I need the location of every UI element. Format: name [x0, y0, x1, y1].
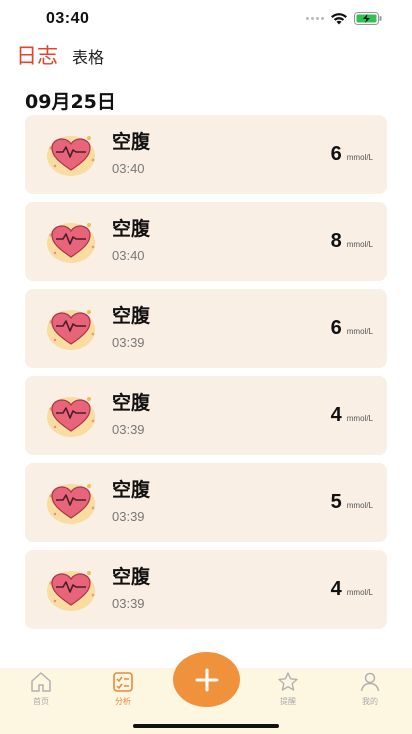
record-time: 03:39 [112, 596, 145, 611]
heart-pulse-icon [47, 223, 95, 263]
record-value-unit: mmol/L [346, 414, 373, 423]
record-value: 6 mmol/L [331, 317, 373, 340]
tab-analysis-label: 分析 [115, 697, 131, 706]
add-record-button[interactable] [173, 652, 240, 707]
header-tabs: 日志 表格 [16, 40, 104, 70]
date-title: 09月25日 [25, 91, 116, 113]
tab-home[interactable]: 首页 [11, 670, 71, 710]
record-card[interactable]: 空腹 03:40 8 mmol/L [25, 202, 387, 281]
plus-icon [195, 668, 218, 691]
heart-pulse-icon [47, 310, 95, 350]
record-time: 03:39 [112, 335, 145, 350]
status-time: 03:40 [46, 10, 90, 27]
record-value: 4 mmol/L [331, 578, 373, 601]
tab-mine-label: 我的 [362, 697, 378, 706]
record-value: 8 mmol/L [331, 230, 373, 253]
record-value-number: 4 [330, 578, 342, 600]
heart-pulse-icon [47, 484, 95, 524]
tab-table[interactable]: 表格 [72, 44, 104, 68]
tab-analysis[interactable]: 分析 [93, 670, 153, 710]
record-time: 03:40 [112, 248, 145, 263]
record-label: 空腹 [112, 218, 151, 240]
record-value: 4 mmol/L [331, 404, 373, 427]
record-time: 03:39 [112, 509, 145, 524]
status-bar: 03:40 [0, 0, 412, 40]
record-value-unit: mmol/L [346, 240, 373, 249]
record-card[interactable]: 空腹 03:39 5 mmol/L [25, 463, 387, 542]
record-time: 03:40 [112, 161, 145, 176]
tab-reminder[interactable]: 提醒 [258, 670, 318, 710]
tab-reminder-label: 提醒 [280, 697, 296, 706]
heart-pulse-icon [47, 136, 95, 176]
record-label: 空腹 [112, 392, 151, 414]
record-value-unit: mmol/L [346, 501, 373, 510]
checklist-icon [113, 672, 133, 692]
status-icons [306, 12, 382, 25]
home-icon [31, 672, 51, 692]
record-value-number: 6 [330, 143, 342, 165]
record-label: 空腹 [112, 131, 151, 153]
record-label: 空腹 [112, 305, 151, 327]
home-indicator [133, 724, 279, 728]
record-label: 空腹 [112, 566, 151, 588]
record-value-unit: mmol/L [346, 153, 373, 162]
record-value-number: 8 [330, 230, 342, 252]
record-card[interactable]: 空腹 03:39 6 mmol/L [25, 289, 387, 368]
record-value-number: 4 [330, 404, 342, 426]
record-value: 6 mmol/L [331, 143, 373, 166]
record-value-number: 6 [330, 317, 342, 339]
record-list: 空腹 03:40 6 mmol/L 空腹 03:40 8 mmol/L 空腹 0… [25, 115, 387, 637]
heart-pulse-icon [47, 571, 95, 611]
tab-home-label: 首页 [33, 697, 49, 706]
tab-mine[interactable]: 我的 [340, 670, 400, 710]
record-time: 03:39 [112, 422, 145, 437]
record-value-number: 5 [330, 491, 342, 513]
wifi-icon [331, 13, 347, 25]
record-card[interactable]: 空腹 03:39 4 mmol/L [25, 550, 387, 629]
tab-log[interactable]: 日志 [16, 40, 58, 70]
heart-pulse-icon [47, 397, 95, 437]
record-value: 5 mmol/L [331, 491, 373, 514]
person-icon [360, 672, 380, 692]
record-value-unit: mmol/L [346, 588, 373, 597]
record-label: 空腹 [112, 479, 151, 501]
signal-dots-icon [306, 17, 324, 20]
star-icon [278, 672, 298, 691]
record-value-unit: mmol/L [346, 327, 373, 336]
record-card[interactable]: 空腹 03:40 6 mmol/L [25, 115, 387, 194]
record-card[interactable]: 空腹 03:39 4 mmol/L [25, 376, 387, 455]
battery-charging-icon [354, 12, 382, 25]
